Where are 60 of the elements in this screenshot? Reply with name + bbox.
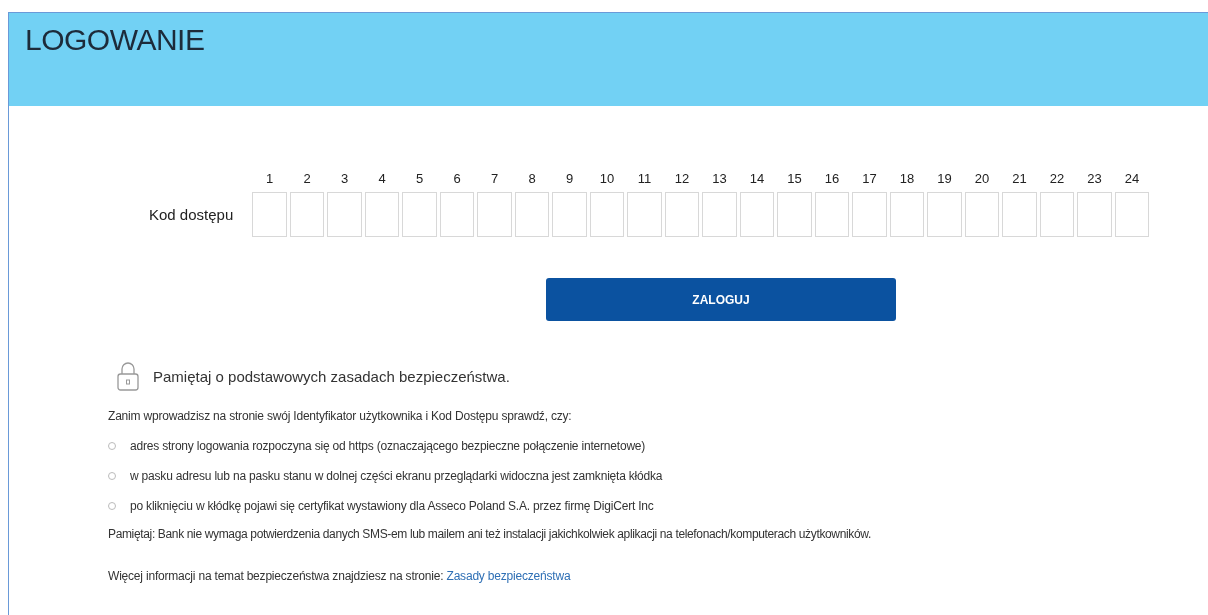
code-digit-field[interactable] — [1077, 192, 1112, 237]
check-item: w pasku adresu lub na pasku stanu w dolnej części ekranu przeglądarki widoczna jest zamknięta kłódka — [130, 469, 663, 483]
position-number: 20 — [973, 171, 991, 186]
code-digit-field[interactable] — [1039, 192, 1075, 237]
code-digit-field[interactable] — [852, 192, 887, 237]
code-digit-field[interactable] — [814, 192, 850, 237]
code-digit-field[interactable] — [552, 192, 587, 237]
position-number: 5 — [414, 171, 425, 186]
code-digit-field[interactable] — [702, 192, 737, 237]
position-number: 15 — [786, 171, 803, 186]
position-number: 10 — [598, 171, 616, 186]
code-digit-field[interactable] — [289, 192, 325, 237]
code-digit-field[interactable] — [589, 192, 625, 237]
more-info-text: Więcej informacji na temat bezpieczeństwa znajdziesz na stronie: — [108, 569, 444, 583]
code-digit-field[interactable] — [252, 192, 287, 237]
position-number: 1 — [264, 171, 275, 186]
security-rules-link[interactable]: Zasady bezpieczeństwa — [446, 569, 571, 583]
code-digit-field[interactable] — [739, 192, 775, 237]
position-number: 6 — [452, 171, 462, 186]
code-digit-field[interactable] — [927, 192, 962, 237]
code-digit-field[interactable] — [889, 192, 925, 237]
position-number: 8 — [527, 171, 537, 186]
code-digit-field[interactable] — [514, 192, 550, 237]
code-digit-field[interactable] — [1002, 192, 1037, 237]
position-number: 14 — [748, 171, 766, 186]
position-number: 21 — [1011, 171, 1028, 186]
position-number: 18 — [898, 171, 916, 186]
code-digit-field[interactable] — [777, 192, 812, 237]
code-digit-field[interactable] — [964, 192, 1000, 237]
position-number: 17 — [861, 171, 878, 186]
padlock-icon — [117, 361, 139, 391]
position-number: 22 — [1048, 171, 1066, 186]
position-number: 9 — [564, 171, 575, 186]
code-digit-field[interactable] — [627, 192, 662, 237]
code-digit-field[interactable] — [477, 192, 512, 237]
position-number: 7 — [489, 171, 500, 186]
intro-text: Zanim wprowadzisz na stronie swój Identyfikator użytkownika i Kod Dostępu sprawdź, czy: — [108, 409, 573, 423]
access-code-label: Kod dostępu — [148, 206, 235, 223]
position-number: 19 — [936, 171, 953, 186]
position-number: 12 — [673, 171, 691, 186]
check-item: adres strony logowania rozpoczyna się od https (oznaczającego bezpieczne połączenie internetowe) — [130, 439, 646, 453]
code-digit-field[interactable] — [439, 192, 475, 237]
check-item: po kliknięciu w kłódkę pojawi się certyfikat wystawiony dla Asseco Poland S.A. przez firmę DigiCert Inc — [130, 499, 654, 513]
code-digit-field[interactable] — [664, 192, 700, 237]
position-number: 4 — [377, 171, 387, 186]
page-title: LOGOWANIE — [25, 23, 205, 56]
position-number: 11 — [636, 171, 653, 186]
code-digit-field[interactable] — [327, 192, 362, 237]
code-digit-field[interactable] — [1114, 192, 1150, 237]
position-number: 16 — [823, 171, 841, 186]
position-number: 24 — [1123, 171, 1141, 186]
position-number: 13 — [711, 171, 728, 186]
position-number: 2 — [302, 171, 312, 186]
reminder-text: Pamiętaj: Bank nie wymaga potwierdzenia danych SMS-em lub mailem ani też instalacji jakichkolwiek aplikacji na telefonach/komputerach użytkowników. — [108, 527, 872, 541]
code-digit-field[interactable] — [364, 192, 400, 237]
login-button[interactable]: ZALOGUJ — [546, 278, 896, 321]
position-number: 23 — [1086, 171, 1103, 186]
code-digit-field[interactable] — [402, 192, 437, 237]
security-heading: Pamiętaj o podstawowych zasadach bezpieczeństwa. — [153, 367, 510, 385]
position-number: 3 — [339, 171, 350, 186]
